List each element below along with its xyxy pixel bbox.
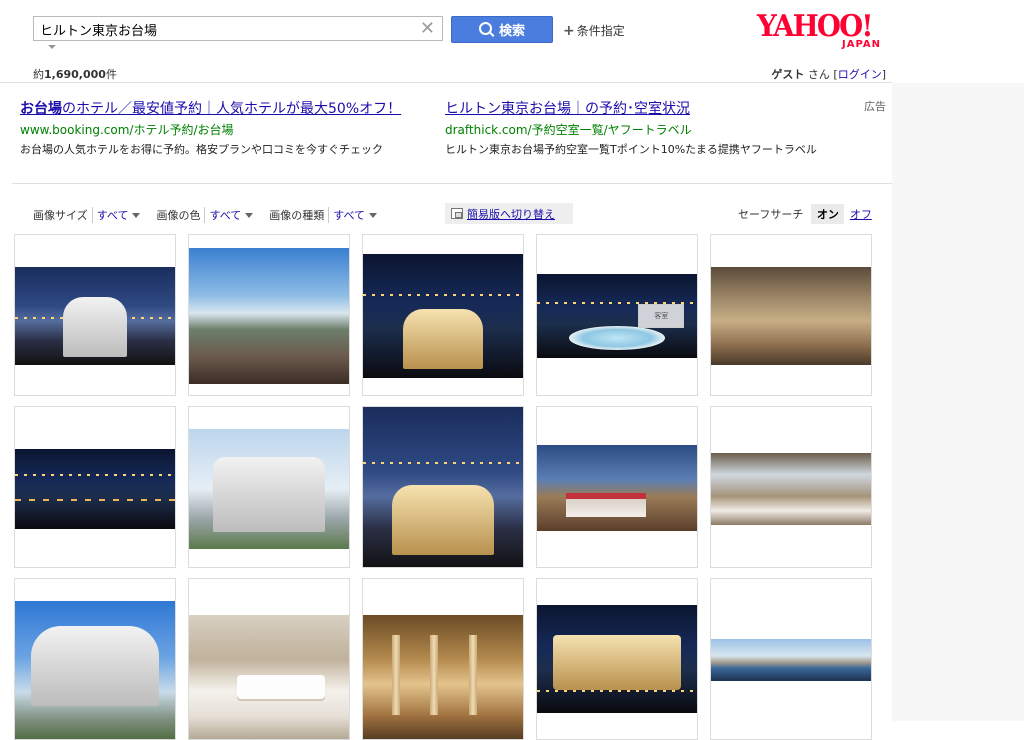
ad-title-link[interactable]: ヒルトン東京お台場｜の予約･空室状況 xyxy=(445,100,855,119)
image-result[interactable] xyxy=(14,406,176,568)
filter-type-label: 画像の種類 xyxy=(269,209,325,222)
header-divider xyxy=(0,82,892,83)
simple-view-label: 簡易版へ切り替え xyxy=(467,207,555,221)
ad-label: 広告 xyxy=(864,100,886,113)
image-thumbnail xyxy=(711,639,871,681)
chevron-down-icon[interactable] xyxy=(132,212,141,218)
safesearch: セーフサーチ オン オフ xyxy=(738,204,877,224)
search-icon xyxy=(478,22,492,35)
safesearch-on-button[interactable]: オン xyxy=(811,204,845,224)
image-thumbnail xyxy=(537,445,697,531)
ad-title-text: のホテル／最安値予約｜人気ホテルが最大50%オフ！ xyxy=(62,101,402,117)
image-thumbnail xyxy=(15,601,175,739)
search-conditions-label: 条件指定 xyxy=(576,24,625,38)
ad-url: www.booking.com/ホテル予約/お台場 xyxy=(20,123,234,137)
logo-main: YAHOO! xyxy=(757,9,873,44)
simple-view-button[interactable]: 簡易版へ切り替え xyxy=(445,203,573,224)
image-result[interactable] xyxy=(14,578,176,740)
image-filters: 画像サイズ すべて 画像の色 すべて 画像の種類 すべて xyxy=(33,207,393,223)
image-result[interactable] xyxy=(710,234,872,396)
image-thumbnail xyxy=(15,449,175,529)
simple-view-icon xyxy=(451,208,463,219)
ad-item: お台場のホテル／最安値予約｜人気ホテルが最大50%オフ！ www.booking… xyxy=(20,100,420,158)
ad-title-keyword: お台場 xyxy=(20,101,62,117)
search-box: ✕ xyxy=(33,16,443,41)
result-count-suffix: 件 xyxy=(105,68,117,81)
ad-title-link[interactable]: お台場のホテル／最安値予約｜人気ホテルが最大50%オフ！ xyxy=(20,100,420,119)
image-result[interactable] xyxy=(14,234,176,396)
search-button-label: 検索 xyxy=(498,24,525,39)
image-result[interactable] xyxy=(188,578,350,740)
image-thumbnail xyxy=(189,248,349,384)
clear-icon[interactable]: ✕ xyxy=(420,18,435,40)
image-thumbnail xyxy=(711,267,871,365)
image-result[interactable] xyxy=(188,234,350,396)
filter-type-value[interactable]: すべて xyxy=(328,207,365,223)
result-count-prefix: 約 xyxy=(33,68,44,81)
image-result[interactable] xyxy=(362,234,524,396)
chevron-down-icon[interactable] xyxy=(369,212,378,218)
result-count-number: 1,690,000 xyxy=(44,68,106,81)
search-conditions-link[interactable]: + 条件指定 xyxy=(563,22,625,39)
result-count: 約1,690,000件 xyxy=(33,66,117,82)
image-result[interactable] xyxy=(362,578,524,740)
image-thumbnail xyxy=(15,267,175,365)
right-side-panel xyxy=(892,83,1024,721)
image-thumbnail xyxy=(363,615,523,739)
safesearch-off-button[interactable]: オフ xyxy=(844,204,877,224)
filter-size-value[interactable]: すべて xyxy=(91,207,128,223)
ad-title-text: ｜の予約･空室状況 xyxy=(571,101,690,117)
image-thumbnail: 客室 xyxy=(537,274,697,358)
image-result[interactable] xyxy=(536,406,698,568)
search-button[interactable]: 検索 xyxy=(451,16,553,43)
filter-color-label: 画像の色 xyxy=(156,209,201,222)
search-input[interactable] xyxy=(40,20,410,38)
image-thumbnail xyxy=(189,615,349,739)
top-menu-strip xyxy=(650,0,950,4)
image-thumbnail xyxy=(363,254,523,378)
user-name: ゲスト xyxy=(771,68,805,81)
ad-description: お台場の人気ホテルをお得に予約。格安プランや口コミを今すぐチェック xyxy=(20,143,383,156)
safesearch-label: セーフサーチ xyxy=(738,208,804,221)
suggest-dropdown-icon[interactable] xyxy=(48,45,56,49)
filter-size-label: 画像サイズ xyxy=(33,209,88,222)
login-bracket-close: ] xyxy=(881,68,886,81)
image-thumbnail xyxy=(711,453,871,525)
image-thumbnail xyxy=(363,407,523,567)
logo-sub: JAPAN xyxy=(842,39,881,50)
image-result[interactable] xyxy=(362,406,524,568)
image-result[interactable] xyxy=(710,406,872,568)
filter-color-value[interactable]: すべて xyxy=(204,207,241,223)
image-thumbnail xyxy=(537,605,697,713)
ad-title-keyword: ヒルトン東京お台場 xyxy=(445,101,571,117)
chevron-down-icon[interactable] xyxy=(245,212,254,218)
user-honorific: さん xyxy=(807,68,830,81)
ad-description: ヒルトン東京お台場予約空室一覧Tポイント10%たまる提携ヤフートラベル xyxy=(445,143,817,156)
image-result[interactable] xyxy=(188,406,350,568)
image-result[interactable] xyxy=(710,578,872,740)
image-thumbnail xyxy=(189,429,349,549)
image-result[interactable] xyxy=(536,578,698,740)
ad-item: ヒルトン東京お台場｜の予約･空室状況 drafthick.com/予約空室一覧/… xyxy=(445,100,855,158)
user-area: ゲスト さん [ログイン] xyxy=(771,66,886,82)
image-result[interactable]: 客室 xyxy=(536,234,698,396)
ad-divider xyxy=(12,183,892,184)
yahoo-japan-logo[interactable]: YAHOO! JAPAN xyxy=(757,12,887,52)
ad-url: drafthick.com/予約空室一覧/ヤフートラベル xyxy=(445,123,692,137)
login-link[interactable]: ログイン xyxy=(838,68,882,81)
plus-icon: + xyxy=(563,22,575,39)
